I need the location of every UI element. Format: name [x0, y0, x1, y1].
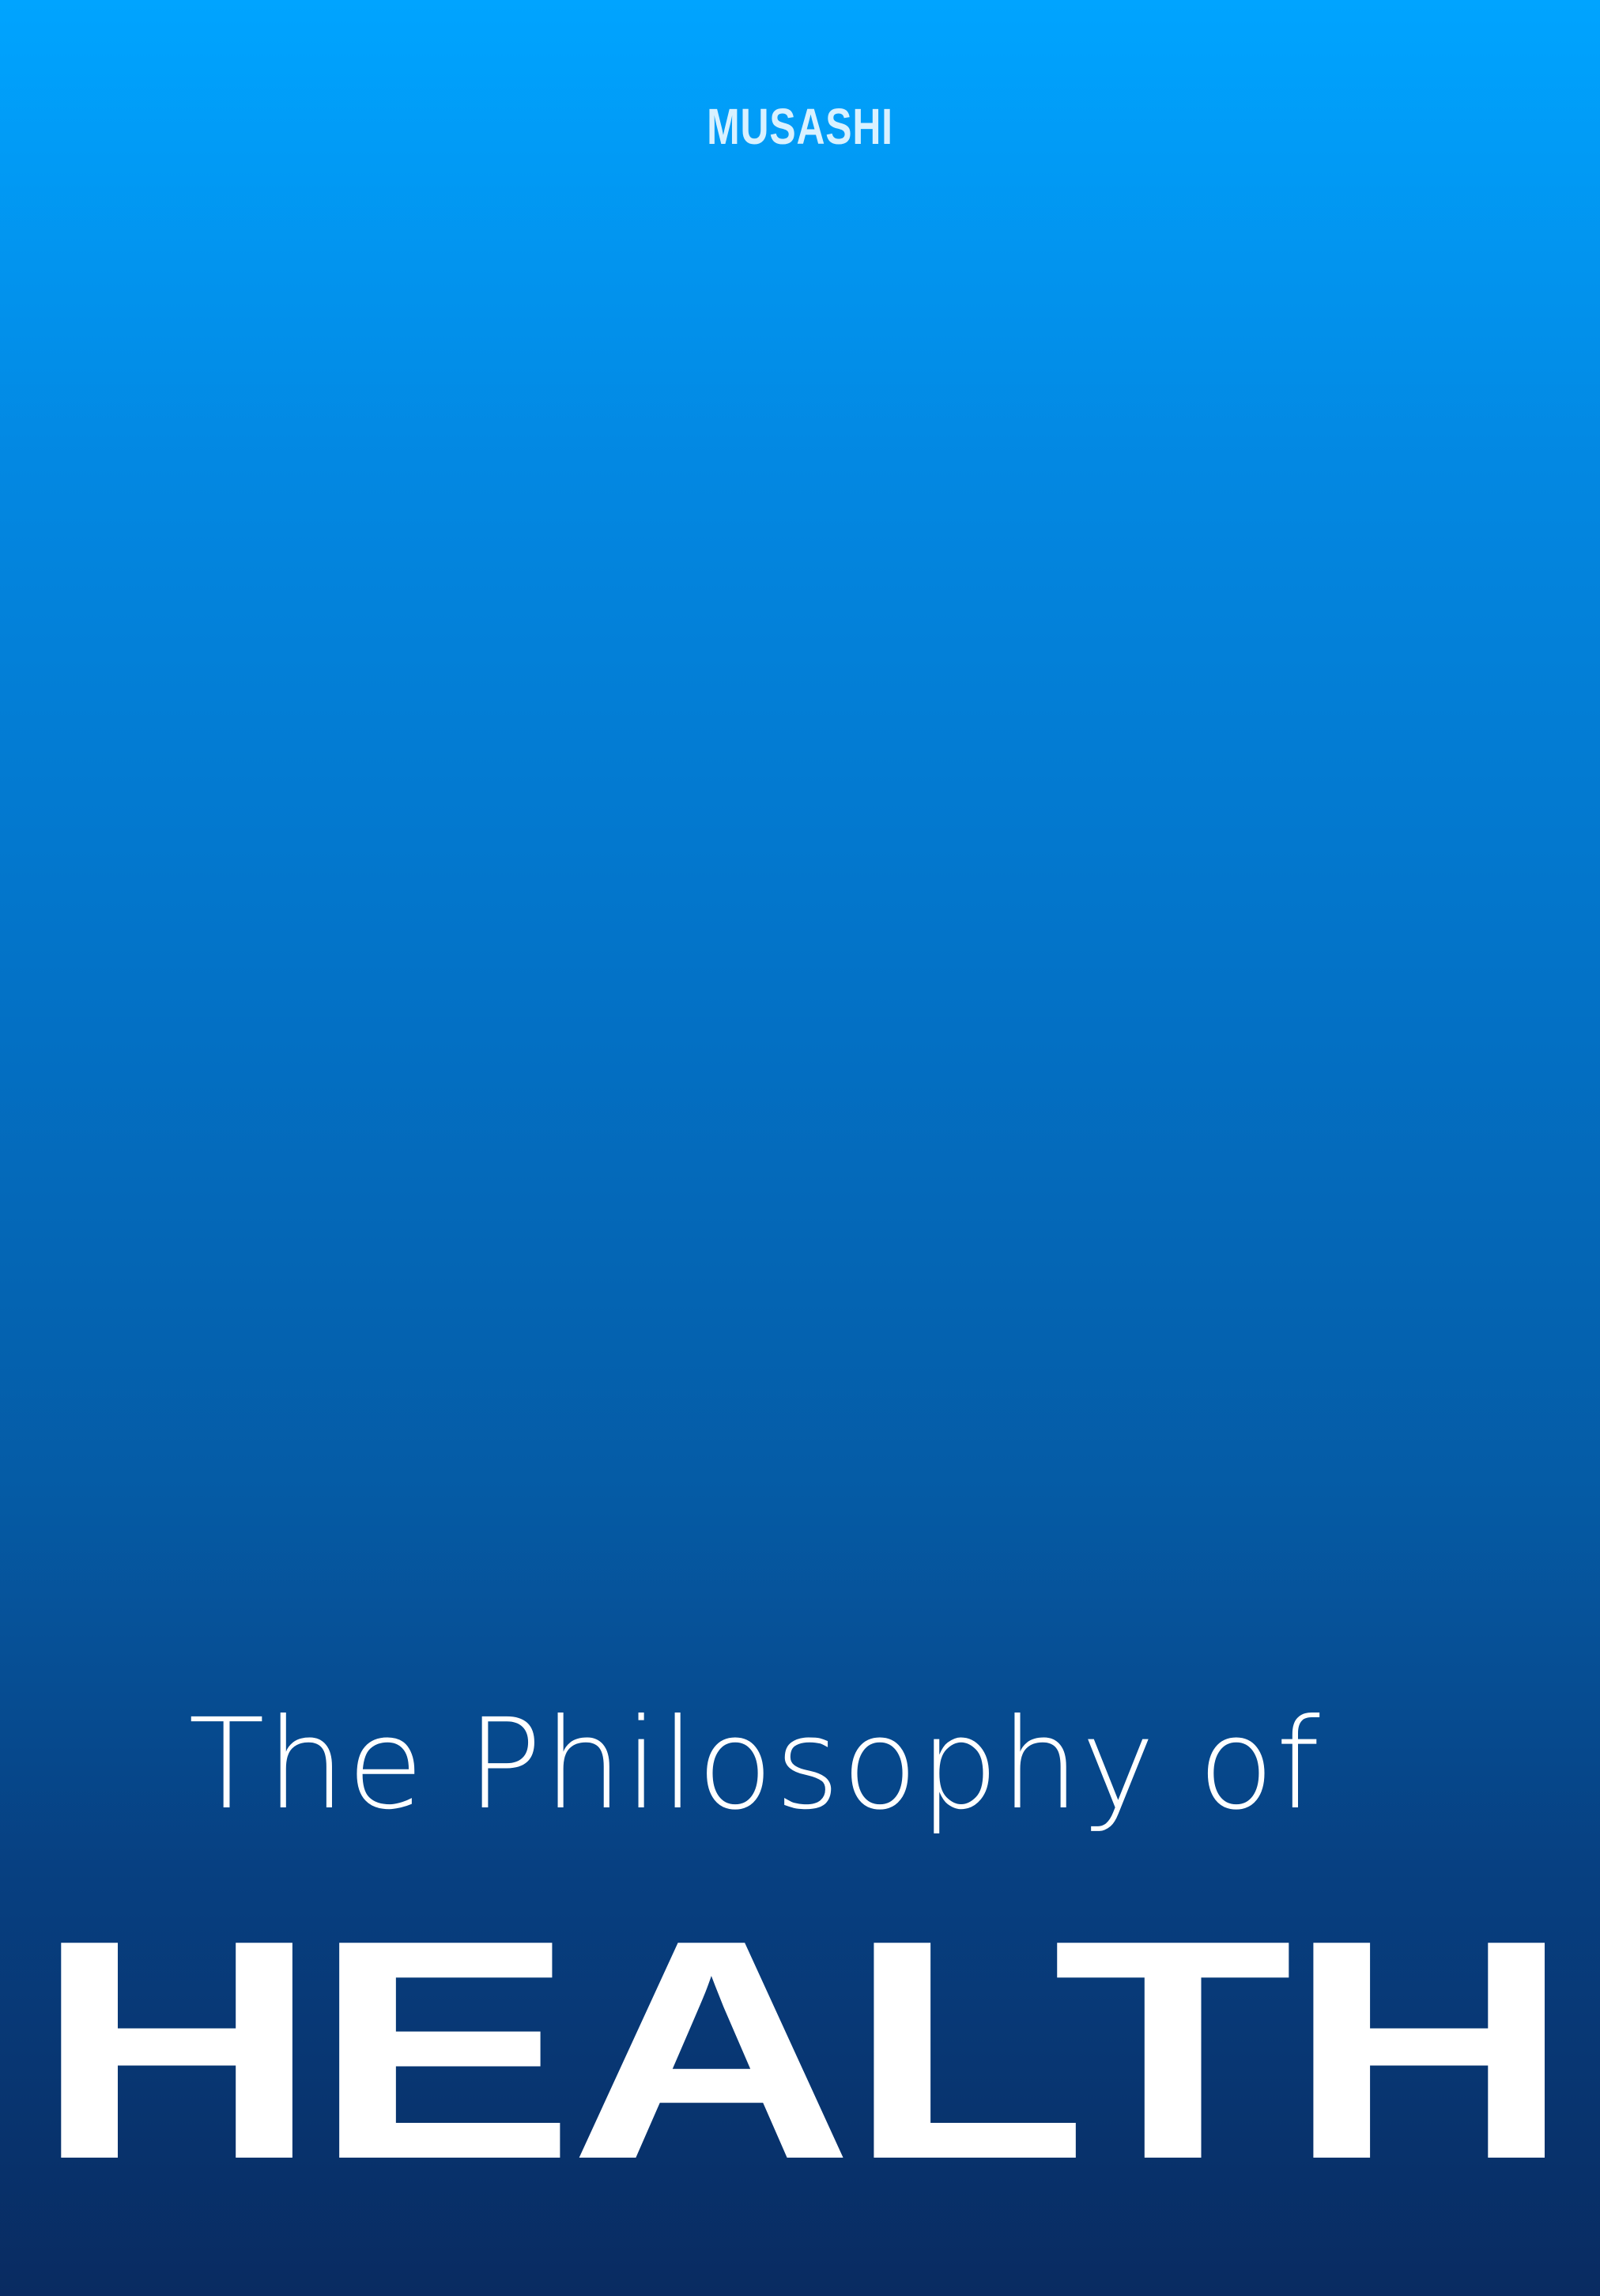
book-cover: MUSASHI The Philosophy of HEALTH — [0, 0, 1600, 2296]
brand-name: MUSASHI — [707, 98, 893, 155]
cover-subtitle: The Philosophy of — [188, 1692, 1322, 1837]
cover-title: HEALTH — [35, 1875, 1572, 2224]
